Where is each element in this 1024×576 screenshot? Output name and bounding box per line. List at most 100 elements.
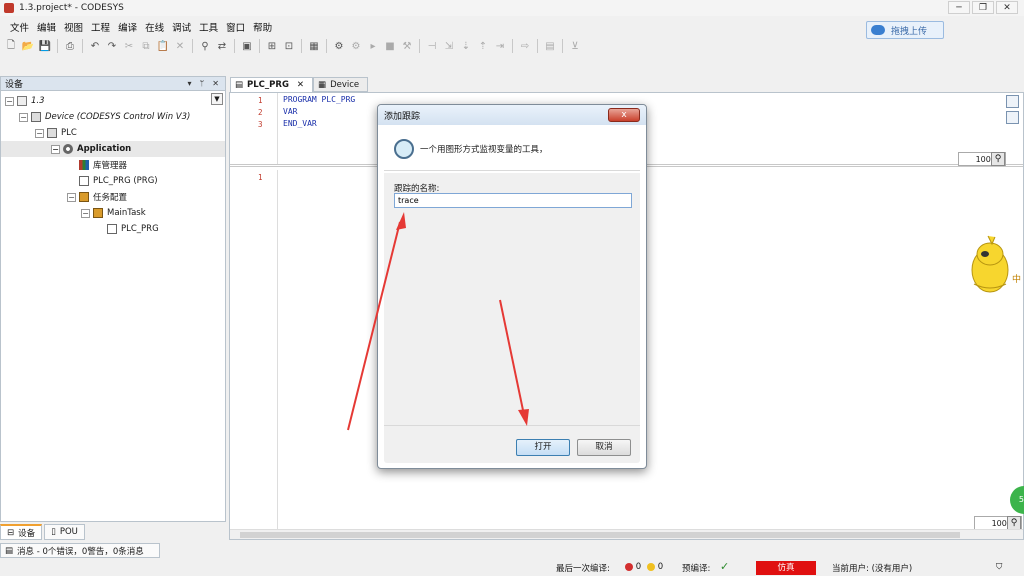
- run-to-cursor-icon[interactable]: ⇥: [493, 39, 507, 53]
- redo-icon[interactable]: ↷: [105, 39, 119, 53]
- tree-item-device[interactable]: − Device (CODESYS Control Win V3): [1, 109, 225, 125]
- start-icon[interactable]: ▸: [366, 39, 380, 53]
- menu-file[interactable]: 文件: [6, 20, 33, 34]
- pane-close-icon[interactable]: ✕: [212, 79, 219, 88]
- pou-call-icon: [107, 224, 117, 234]
- open-button[interactable]: 打开: [516, 439, 570, 456]
- tab-label: 设备: [18, 528, 36, 539]
- task-config-icon: [79, 192, 89, 202]
- trace-scope-icon: [394, 138, 414, 159]
- tree-item-task-config[interactable]: − 任务配置: [1, 189, 225, 205]
- write-values-icon[interactable]: ▤: [543, 39, 557, 53]
- menu-debug[interactable]: 调试: [168, 20, 195, 34]
- tab-pou[interactable]: ▯ POU: [44, 524, 85, 540]
- menu-online[interactable]: 在线: [141, 20, 168, 34]
- open-folder-icon[interactable]: 📂: [21, 39, 35, 53]
- new-file-icon[interactable]: 🗋: [4, 39, 18, 53]
- error-count: 0: [625, 562, 641, 572]
- step-into-icon[interactable]: ⇣: [459, 39, 473, 53]
- tab-device[interactable]: ▦ Device: [313, 77, 369, 92]
- collapse-icon[interactable]: −: [5, 96, 14, 106]
- menu-edit[interactable]: 编辑: [33, 20, 60, 34]
- replace-icon[interactable]: ⇄: [215, 39, 229, 53]
- login-icon[interactable]: ⚙: [332, 39, 346, 53]
- add-object-icon[interactable]: ⊞: [265, 39, 279, 53]
- print-icon[interactable]: ⎙: [63, 39, 77, 53]
- tree-item-plc-prg-call[interactable]: PLC_PRG: [1, 221, 225, 237]
- undo-icon[interactable]: ↶: [88, 39, 102, 53]
- delete-icon[interactable]: ✕: [173, 39, 187, 53]
- build-icon[interactable]: ▦: [307, 39, 321, 53]
- collapse-icon[interactable]: −: [19, 112, 28, 122]
- pane-menu-icon[interactable]: ▾: [187, 79, 191, 88]
- dialog-close-button[interactable]: x: [608, 108, 640, 122]
- cancel-button[interactable]: 取消: [577, 439, 631, 456]
- step-out-icon[interactable]: ⇡: [476, 39, 490, 53]
- tree-item-plc[interactable]: − PLC: [1, 125, 225, 141]
- device-icon: [31, 112, 41, 122]
- collapse-icon[interactable]: −: [35, 128, 44, 138]
- tree-item-maintask[interactable]: − MainTask: [1, 205, 225, 221]
- title-bar: 1.3.project* - CODESYS ─ ❐ ✕: [0, 0, 1024, 16]
- logout-icon[interactable]: ⚙: [349, 39, 363, 53]
- current-user: 当前用户: (没有用户): [832, 564, 913, 574]
- select-all-icon[interactable]: ▣: [240, 39, 254, 53]
- simulation-indicator[interactable]: 仿真: [756, 561, 816, 575]
- reset-icon[interactable]: ⚒: [400, 39, 414, 53]
- tree-item-label: PLC_PRG (PRG): [93, 176, 158, 186]
- last-compile-label: 最后一次编译:: [556, 564, 610, 574]
- duck-mascot-icon[interactable]: [968, 232, 1012, 296]
- find-icon[interactable]: ⚲: [198, 39, 212, 53]
- tab-label: POU: [59, 527, 78, 537]
- scrollbar-thumb[interactable]: [240, 532, 960, 538]
- declaration-textual-view-icon[interactable]: [1006, 95, 1019, 108]
- copy-icon[interactable]: ⧉: [139, 39, 153, 53]
- menu-project[interactable]: 工程: [87, 20, 114, 34]
- paste-icon[interactable]: 📋: [156, 39, 170, 53]
- customize-toolbar-icon[interactable]: ⊻: [568, 39, 582, 53]
- tree-dropdown-button[interactable]: ▼: [211, 93, 223, 105]
- save-icon[interactable]: 💾: [38, 39, 52, 53]
- collapse-icon[interactable]: −: [51, 144, 60, 154]
- collapse-icon[interactable]: −: [81, 208, 90, 218]
- tree-item-library-manager[interactable]: 库管理器: [1, 157, 225, 173]
- tree-item-project[interactable]: − 1.3: [1, 93, 225, 109]
- restore-button[interactable]: ❐: [972, 1, 994, 14]
- line-number: 3: [258, 120, 263, 129]
- device-tab-icon: ▦: [318, 79, 327, 90]
- menu-tools[interactable]: 工具: [195, 20, 222, 34]
- menu-view[interactable]: 视图: [60, 20, 87, 34]
- add-folder-icon[interactable]: ⊡: [282, 39, 296, 53]
- devices-pane-header: 设备 ▾ ᛘ ✕: [1, 77, 225, 91]
- tab-plc-prg[interactable]: ▤ PLC_PRG ✕: [230, 77, 314, 92]
- toolbar-separator: [537, 39, 538, 53]
- line-gutter: [230, 170, 278, 530]
- add-trace-dialog: 添加跟踪 x 一个用图形方式监视变量的工具， 跟踪的名称: 打开 取消: [377, 104, 647, 469]
- messages-tab[interactable]: ▤ 消息 - 0个错误，0警告，0条消息: [0, 543, 160, 558]
- menu-build[interactable]: 编译: [114, 20, 141, 34]
- tree-item-application[interactable]: − Application: [1, 141, 225, 157]
- menu-window[interactable]: 窗口: [222, 20, 249, 34]
- step-over-icon[interactable]: ⇲: [442, 39, 456, 53]
- collapse-icon[interactable]: −: [67, 192, 76, 202]
- pane-controls: ▾ ᛘ ✕: [187, 79, 225, 88]
- menu-help[interactable]: 帮助: [249, 20, 276, 34]
- window-title: 1.3.project* - CODESYS: [19, 3, 124, 13]
- breakpoint-icon[interactable]: ⊣: [425, 39, 439, 53]
- close-window-button[interactable]: ✕: [996, 1, 1018, 14]
- pin-icon[interactable]: ᛘ: [199, 79, 204, 88]
- cut-icon[interactable]: ✂: [122, 39, 136, 53]
- minimize-button[interactable]: ─: [948, 1, 970, 14]
- zoom-magnifier-icon[interactable]: ⚲: [991, 152, 1005, 166]
- messages-icon: ▤: [5, 545, 14, 556]
- tree-item-plc-prg[interactable]: PLC_PRG (PRG): [1, 173, 225, 189]
- tab-devices[interactable]: ⊟ 设备: [0, 524, 43, 540]
- next-statement-icon[interactable]: ⇨: [518, 39, 532, 53]
- trace-name-input[interactable]: [394, 193, 632, 208]
- horizontal-scrollbar[interactable]: [230, 529, 1023, 539]
- stop-icon[interactable]: ■: [383, 39, 397, 53]
- pou-icon: [79, 176, 89, 186]
- zoom-magnifier-icon[interactable]: ⚲: [1007, 516, 1021, 530]
- tab-close-icon[interactable]: ✕: [297, 80, 304, 90]
- declaration-tabular-view-icon[interactable]: [1006, 111, 1019, 124]
